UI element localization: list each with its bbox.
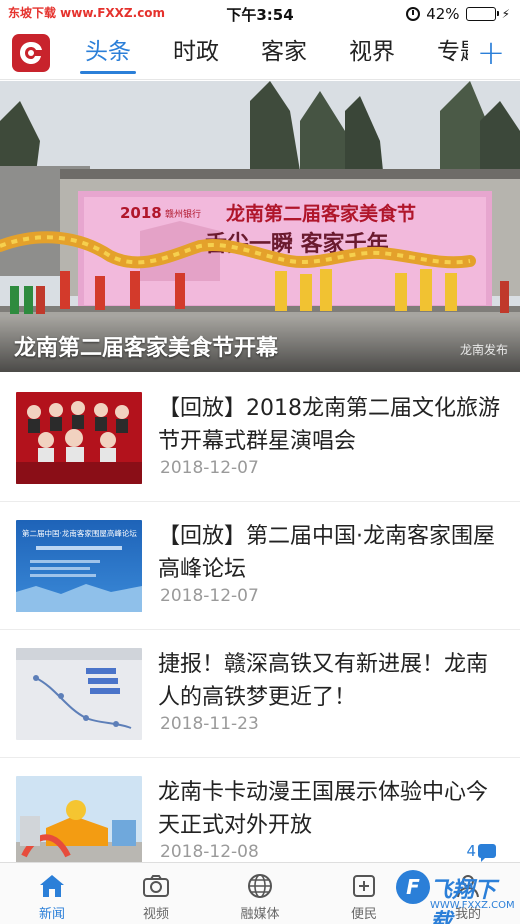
news-title: 【回放】第二届中国·龙南客家围屋高峰论坛 — [158, 524, 495, 582]
news-date: 2018-12-07 — [160, 458, 259, 478]
news-title: 【回放】2018龙南第二届文化旅游节开幕式群星演唱会 — [158, 396, 500, 454]
banner-title: 龙南第二届客家美食节 — [226, 202, 416, 225]
battery-percent: 42% — [426, 5, 460, 23]
logo-icon — [20, 42, 42, 64]
tabbar-label: 便民 — [350, 907, 377, 922]
hero-banner[interactable]: 2018 赣州银行 龙南第二届客家美食节 舌尖一瞬 客家千年 龙南第二届客家美食… — [0, 81, 520, 372]
news-thumbnail — [16, 776, 142, 868]
tab-vision[interactable]: 视界 — [328, 28, 416, 76]
tabbar-video[interactable]: 视频 — [104, 863, 208, 924]
news-item[interactable]: 【回放】2018龙南第二届文化旅游节开幕式群星演唱会 2018-12-07 — [0, 374, 520, 502]
news-item[interactable]: 捷报！赣深高铁又有新进展！龙南人的高铁梦更近了！ 2018-11-23 — [0, 630, 520, 758]
comment-count-value: 4 — [466, 842, 476, 860]
tabbar-media[interactable]: 融媒体 — [208, 863, 312, 924]
tabbar-label: 视频 — [142, 907, 169, 922]
tabbar-label: 新闻 — [38, 907, 65, 922]
news-thumbnail: 第二届中国·龙南客家围屋高峰论坛 — [16, 520, 142, 612]
tabbar-label: 融媒体 — [240, 907, 280, 922]
tabbar-news[interactable]: 新闻 — [0, 863, 104, 924]
news-thumbnail — [16, 392, 142, 484]
banner-bank: 赣州银行 — [165, 208, 201, 220]
status-right: 42% ⚡ — [406, 4, 510, 24]
news-date: 2018-12-08 — [160, 842, 259, 862]
add-channel-button[interactable]: + — [474, 33, 508, 73]
news-thumbnail — [16, 648, 142, 740]
tab-headlines[interactable]: 头条 — [64, 28, 152, 76]
thumb-title: 第二届中国·龙南客家围屋高峰论坛 — [22, 528, 137, 538]
comment-count[interactable]: 4 — [466, 842, 496, 862]
battery-icon — [465, 7, 499, 21]
news-date: 2018-11-23 — [160, 714, 259, 734]
hero-title: 龙南第二届客家美食节开幕 — [14, 336, 279, 361]
home-icon — [40, 875, 64, 897]
charging-icon: ⚡ — [501, 7, 510, 21]
tab-special[interactable]: 专题 — [416, 28, 468, 76]
hero-watermark: 龙南发布 — [459, 343, 508, 357]
watermark-logo: F — [396, 870, 430, 904]
app-logo[interactable] — [12, 34, 50, 72]
status-bar: 东坡下载 www.FXXZ.com 下午3:54 42% ⚡ — [0, 0, 520, 28]
comment-icon — [478, 844, 496, 862]
watermark-url: WWW.FXXZ.COM — [430, 900, 515, 911]
channel-tabs: 头条时政客家视界专题 — [64, 28, 468, 80]
banner-year: 2018 — [120, 204, 162, 222]
alarm-icon — [406, 7, 421, 21]
camera-icon — [143, 875, 169, 897]
news-item[interactable]: 第二届中国·龙南客家围屋高峰论坛 【回放】第二届中国·龙南客家围屋高峰论坛 20… — [0, 502, 520, 630]
channel-nav: 头条时政客家视界专题 + — [0, 28, 520, 80]
site-watermark: F 飞翔下载 WWW.FXXZ.COM — [396, 864, 516, 924]
news-date: 2018-12-07 — [160, 586, 259, 606]
service-icon — [353, 875, 375, 897]
watermark-text: 飞翔下载 — [430, 878, 497, 924]
news-list: 【回放】2018龙南第二届文化旅游节开幕式群星演唱会 2018-12-07 第二… — [0, 374, 520, 886]
news-title: 龙南卡卡动漫王国展示体验中心今天正式对外开放 — [158, 780, 489, 838]
news-title: 捷报！赣深高铁又有新进展！龙南人的高铁梦更近了！ — [158, 652, 489, 710]
tab-hakka[interactable]: 客家 — [240, 28, 328, 76]
tab-politics[interactable]: 时政 — [152, 28, 240, 76]
globe-icon — [248, 874, 272, 898]
